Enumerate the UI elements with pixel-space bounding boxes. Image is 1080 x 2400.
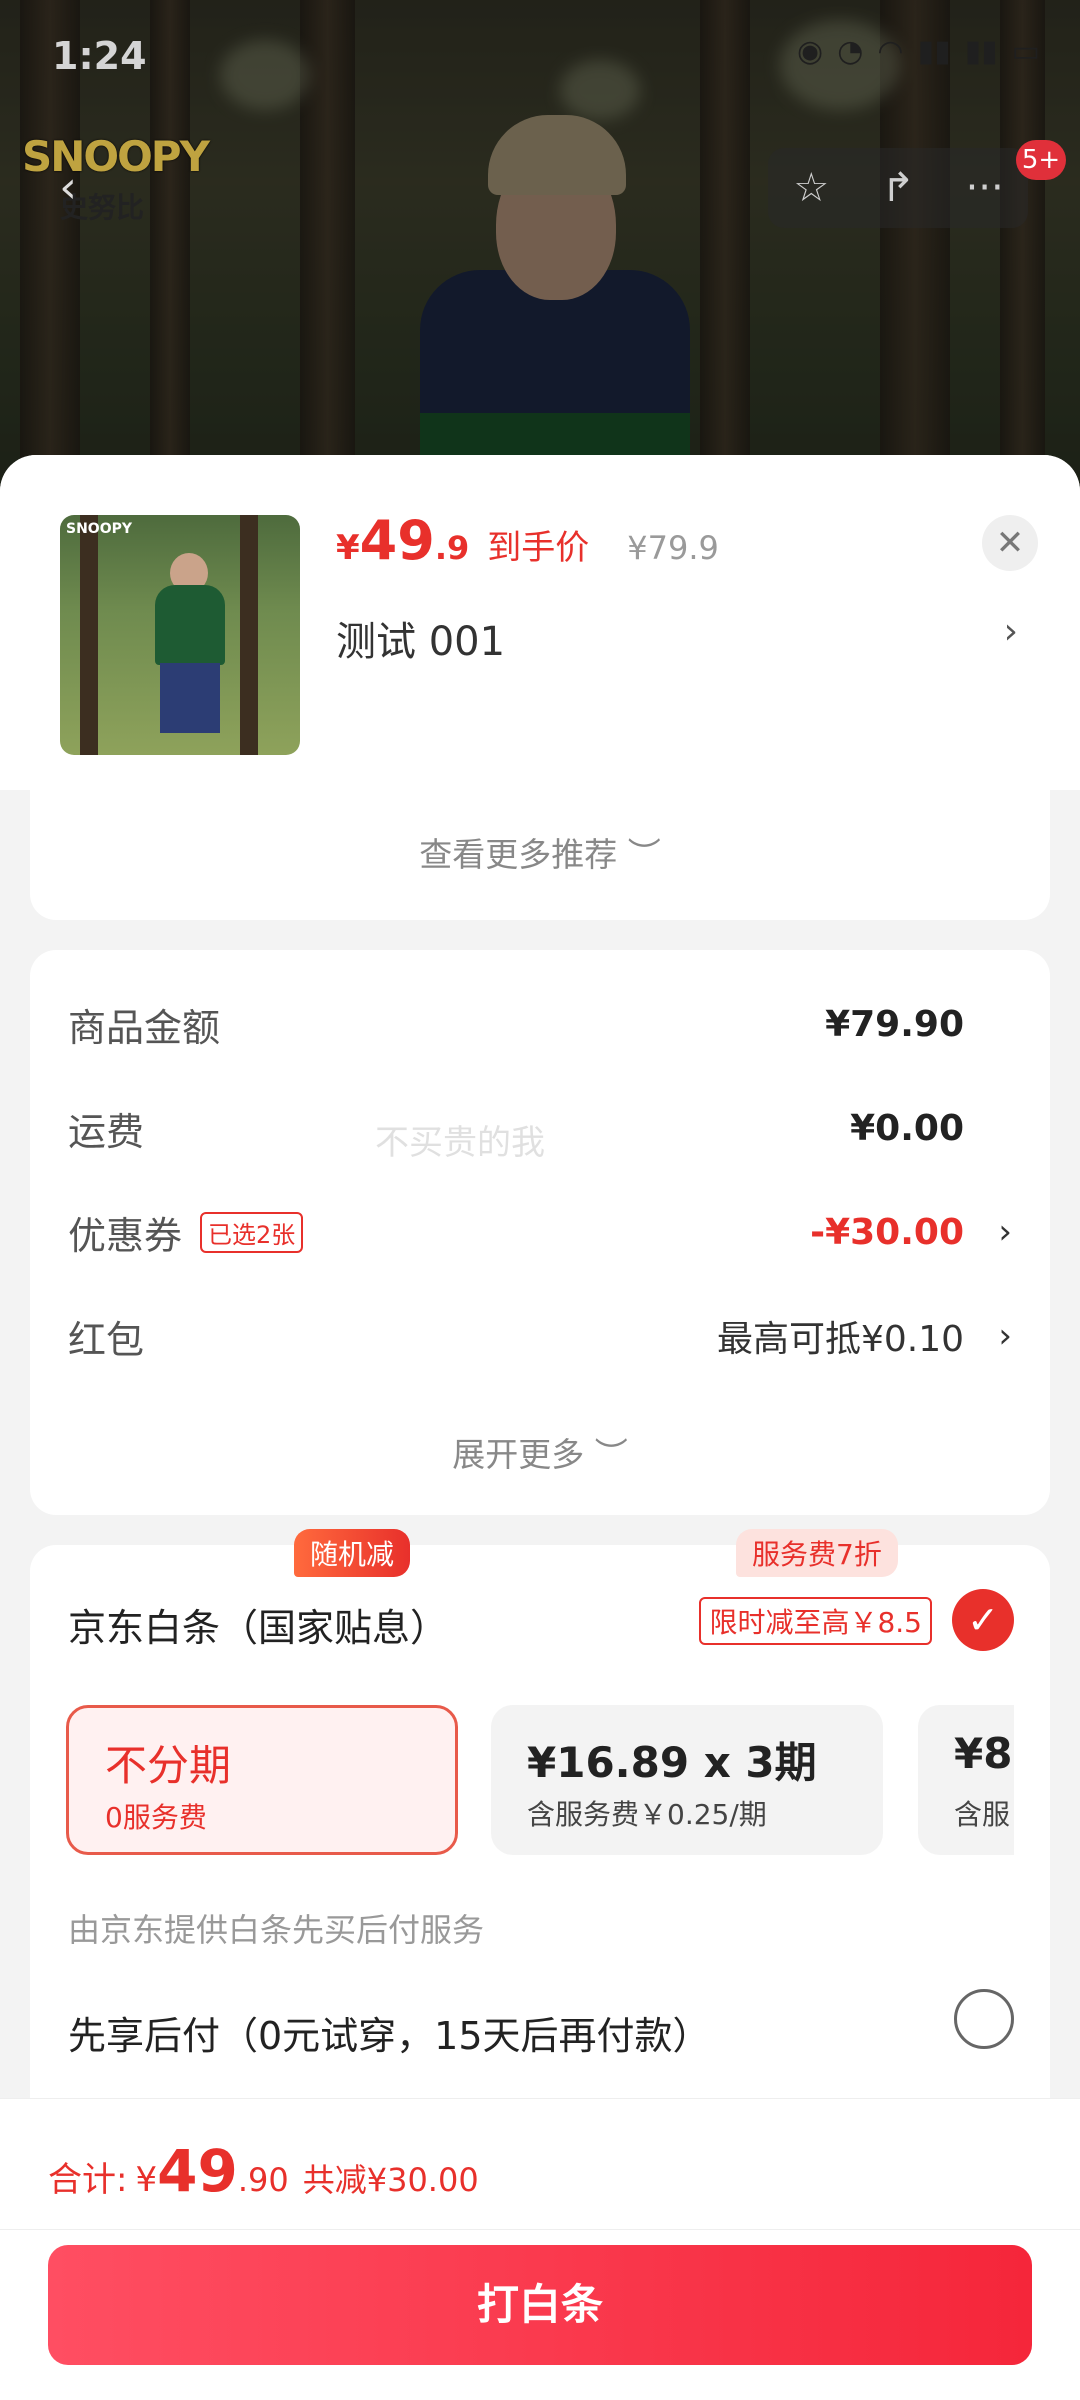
service-fee-discount-badge: 服务费7折 xyxy=(736,1529,898,1577)
product-header: SNOOPY ¥ 49 .9 到手价 ¥79.9 ✕ 测试 001 › xyxy=(0,455,1080,790)
signal-icon-2: ▮▮ xyxy=(964,34,998,69)
top-action-group: ☆ ↱ ··· xyxy=(768,148,1028,228)
redpacket-value: 最高可抵¥0.10 xyxy=(716,1319,964,1360)
total-symbol: ¥ xyxy=(135,2160,158,2200)
plan-fee: 含服 xyxy=(954,1798,1011,1831)
plan-fee: 0服务费 xyxy=(105,1801,207,1834)
product-name[interactable]: 测试 001 xyxy=(336,609,505,667)
total-row: 合计: ¥ 49 .90 共减¥30.00 xyxy=(48,2137,479,2205)
back-button[interactable]: ‹ xyxy=(30,150,106,226)
bottom-bar: 合计: ¥ 49 .90 共减¥30.00 打白条 xyxy=(0,2098,1080,2400)
goods-amount-value: ¥79.90 xyxy=(825,1003,964,1045)
battery-icon: ▭ xyxy=(1011,34,1040,69)
checked-icon[interactable]: ✓ xyxy=(952,1589,1014,1651)
redpacket-row[interactable]: 红包 最高可抵¥0.10 › xyxy=(68,1306,1012,1366)
coupon-value: -¥30.00 xyxy=(810,1211,964,1253)
chevron-right-icon[interactable]: › xyxy=(1004,611,1018,652)
limited-discount-badge: 限时减至高￥8.5 xyxy=(699,1597,932,1645)
close-icon[interactable]: ✕ xyxy=(982,515,1038,571)
expand-more-link[interactable]: 展开更多 ︶ xyxy=(30,1428,1050,1476)
watermark-text: 不买贵的我 xyxy=(375,1123,545,1163)
eye-icon: ◉ xyxy=(797,34,824,69)
chevron-right-icon: › xyxy=(998,1316,1012,1356)
divider xyxy=(0,2229,1080,2230)
plan-title: 不分期 xyxy=(105,1741,232,1790)
favorite-star-icon[interactable]: ☆ xyxy=(781,158,841,218)
original-price: ¥79.9 xyxy=(627,529,719,567)
status-bar: 1:24 ◉ ◔ ◠ ▮▮ ▮▮ ▭ xyxy=(0,0,1080,110)
plan-title: ¥16.89 x 3期 xyxy=(527,1738,817,1787)
recommend-card: 查看更多推荐 ︶ xyxy=(30,790,1050,920)
plan-title: ¥8. xyxy=(954,1729,1014,1778)
plan-no-installment[interactable]: 不分期 0服务费 xyxy=(66,1705,458,1855)
shipping-label: 运费 xyxy=(68,1109,145,1154)
signal-icon: ▮▮ xyxy=(917,34,951,69)
status-icons: ◉ ◔ ◠ ▮▮ ▮▮ ▭ xyxy=(797,34,1040,69)
baitiao-title: 京东白条（国家贴息） xyxy=(68,1606,449,1650)
coupon-row[interactable]: 优惠券 已选2张 -¥30.00 › xyxy=(68,1202,1012,1262)
plan-more-installments[interactable]: ¥8. 含服 xyxy=(918,1705,1014,1855)
goods-amount-row: 商品金额 ¥79.90 xyxy=(68,994,1012,1054)
baitiao-note: 由京东提供白条先买后付服务 xyxy=(68,1911,485,1949)
random-discount-badge: 随机减 xyxy=(294,1529,411,1577)
price-symbol: ¥ xyxy=(336,528,360,568)
wifi-icon: ◠ xyxy=(877,34,904,69)
chevron-right-icon: › xyxy=(998,1212,1012,1252)
final-price-label: 到手价 xyxy=(487,528,590,568)
plan-3-installments[interactable]: ¥16.89 x 3期 含服务费￥0.25/期 xyxy=(491,1705,883,1855)
price-row: ¥ 49 .9 到手价 ¥79.9 xyxy=(336,509,719,572)
status-time: 1:24 xyxy=(52,34,147,78)
installment-plans: 不分期 0服务费 ¥16.89 x 3期 含服务费￥0.25/期 ¥8. 含服 xyxy=(66,1705,1014,1865)
plan-fee: 含服务费￥0.25/期 xyxy=(527,1798,767,1831)
price-integer: 49 xyxy=(359,509,435,572)
more-recommend-link[interactable]: 查看更多推荐 ︶ xyxy=(30,828,1050,876)
fee-card: 商品金额 ¥79.90 运费 ¥0.00 优惠券 已选2张 -¥30.00 › … xyxy=(30,950,1050,1515)
payment-card: 京东白条（国家贴息） 限时减至高￥8.5 ✓ 不分期 0服务费 ¥16.89 x… xyxy=(30,1529,1050,2135)
total-integer: 49 xyxy=(157,2137,238,2205)
coupon-selected-badge: 已选2张 xyxy=(200,1211,304,1253)
total-discount: 共减¥30.00 xyxy=(302,2161,479,2199)
alarm-icon: ◔ xyxy=(837,34,864,69)
thumbnail-brand-logo: SNOOPY xyxy=(66,521,133,537)
total-decimal: .90 xyxy=(237,2161,289,2199)
bnpl-radio[interactable] xyxy=(954,1989,1014,2049)
goods-amount-label: 商品金额 xyxy=(68,1005,221,1050)
price-decimal: .9 xyxy=(434,529,470,567)
coupon-label: 优惠券 xyxy=(68,1213,183,1258)
more-icon[interactable]: ··· xyxy=(955,158,1015,218)
redpacket-label: 红包 xyxy=(68,1317,145,1362)
share-icon[interactable]: ↱ xyxy=(868,158,928,218)
pay-baitiao-button[interactable]: 打白条 xyxy=(48,2245,1032,2365)
total-label: 合计: xyxy=(48,2160,128,2200)
shipping-value: ¥0.00 xyxy=(850,1107,964,1149)
message-badge: 5+ xyxy=(1016,140,1066,180)
bnpl-option-label[interactable]: 先享后付（0元试穿，15天后再付款） xyxy=(68,2005,711,2060)
product-thumbnail[interactable]: SNOOPY xyxy=(60,515,300,755)
